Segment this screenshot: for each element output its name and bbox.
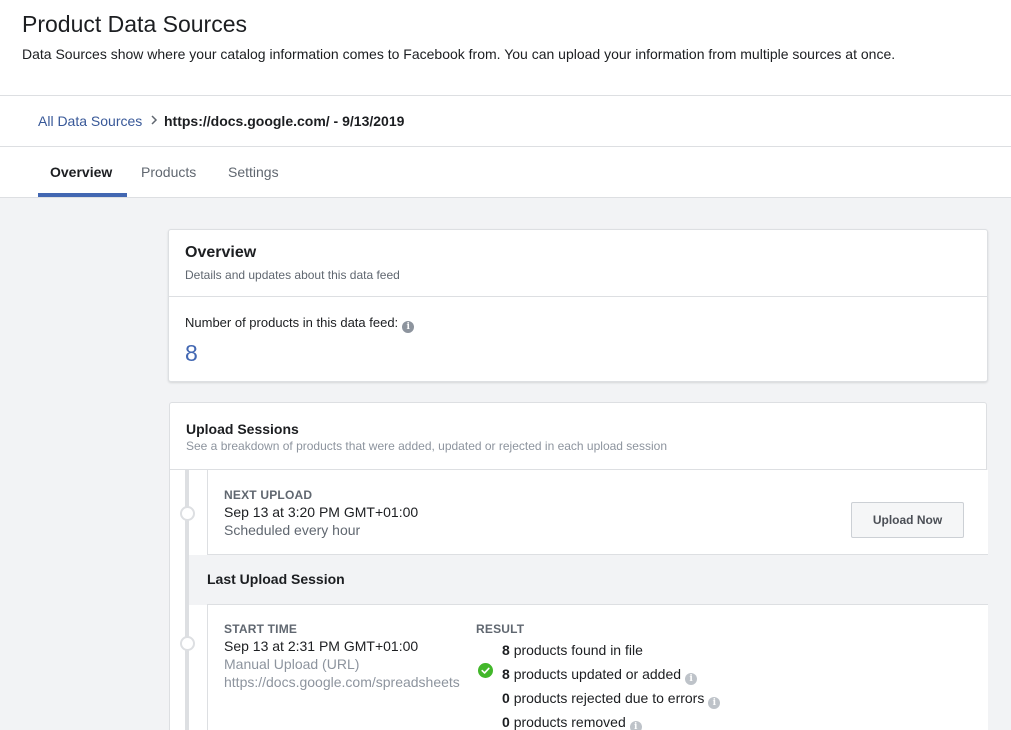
next-upload-panel: NEXT UPLOAD Sep 13 at 3:20 PM GMT+01:00 … <box>207 470 988 555</box>
breadcrumb-current: https://docs.google.com/ - 9/13/2019 <box>164 113 405 129</box>
result-count: 0 <box>502 690 510 706</box>
start-time-label: START TIME <box>224 622 298 636</box>
info-icon[interactable]: i <box>402 321 415 333</box>
tab-settings[interactable]: Settings <box>228 164 279 180</box>
overview-subtitle: Details and updates about this data feed <box>185 268 400 282</box>
timeline-dot <box>180 636 195 651</box>
product-count: 8 <box>185 340 198 366</box>
tab-overview[interactable]: Overview <box>50 164 112 180</box>
last-upload-session-panel: START TIME Sep 13 at 2:31 PM GMT+01:00 M… <box>207 604 988 730</box>
result-row-rejected: 0 products rejected due to errors i <box>502 690 721 709</box>
result-text: products rejected due to errors <box>513 690 705 706</box>
breadcrumb: All Data Sources https://docs.google.com… <box>0 96 1011 147</box>
upload-url: https://docs.google.com/spreadsheets <box>224 674 460 690</box>
result-count: 8 <box>502 642 510 658</box>
start-time-value: Sep 13 at 2:31 PM GMT+01:00 <box>224 638 419 654</box>
next-upload-time: Sep 13 at 3:20 PM GMT+01:00 <box>224 504 419 520</box>
chevron-right-icon <box>151 115 158 125</box>
result-count: 8 <box>502 666 510 682</box>
result-row-found: 8 products found in file <box>502 642 643 658</box>
upload-sessions-card: Upload Sessions See a breakdown of produ… <box>169 402 988 730</box>
last-upload-session-title: Last Upload Session <box>207 571 345 587</box>
timeline-dot <box>180 506 195 521</box>
upload-sessions-subtitle: See a breakdown of products that were ad… <box>186 439 667 453</box>
product-count-label: Number of products in this data feed: i <box>185 315 415 333</box>
breadcrumb-all-data-sources[interactable]: All Data Sources <box>38 113 142 129</box>
result-text: products removed <box>513 714 626 730</box>
result-text: products updated or added <box>513 666 682 682</box>
page-header: Product Data Sources Data Sources show w… <box>0 0 1011 96</box>
page-description: Data Sources show where your catalog inf… <box>22 46 896 62</box>
page-title: Product Data Sources <box>22 11 248 37</box>
active-tab-indicator <box>38 193 127 197</box>
result-count: 0 <box>502 714 510 730</box>
next-upload-schedule: Scheduled every hour <box>224 522 361 538</box>
result-text: products found in file <box>513 642 643 658</box>
upload-sessions-title: Upload Sessions <box>186 421 299 437</box>
next-upload-label: NEXT UPLOAD <box>224 488 313 502</box>
result-label: RESULT <box>476 622 525 636</box>
tab-products[interactable]: Products <box>141 164 196 180</box>
result-row-updated: 8 products updated or added i <box>502 666 698 685</box>
check-circle-icon <box>478 663 493 678</box>
divider <box>169 296 987 297</box>
product-count-label-text: Number of products in this data feed: <box>185 315 399 330</box>
upload-method: Manual Upload (URL) <box>224 656 360 672</box>
tab-bar: Overview Products Settings <box>0 147 1011 198</box>
info-icon[interactable]: i <box>685 673 698 685</box>
info-icon[interactable]: i <box>708 697 721 709</box>
result-row-removed: 0 products removed i <box>502 714 642 730</box>
overview-title: Overview <box>185 244 257 261</box>
info-icon[interactable]: i <box>629 721 642 730</box>
overview-card: Overview Details and updates about this … <box>168 229 988 382</box>
upload-now-button[interactable]: Upload Now <box>851 502 964 538</box>
